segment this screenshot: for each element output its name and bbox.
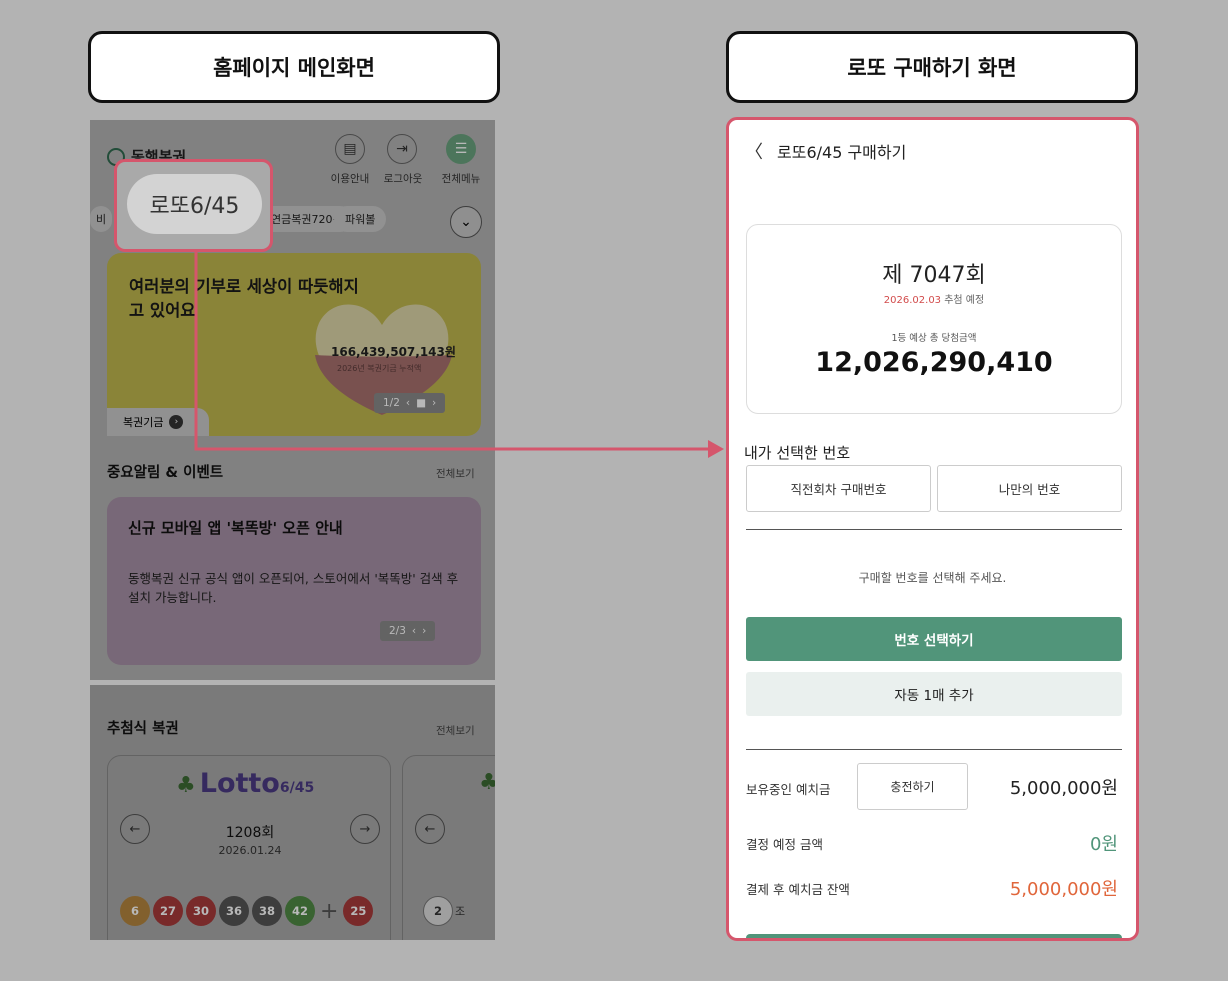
menu-label: 전체메뉴 (441, 173, 481, 185)
arrow-right-icon: › (169, 415, 184, 429)
lottery-see-all[interactable]: 전체보기 (436, 723, 475, 738)
deposit-value: 5,000,000원 (1009, 778, 1118, 799)
notice-pager[interactable]: 2/3 ‹ › (380, 621, 436, 641)
clover-icon: ♣ (176, 773, 196, 798)
ball-text: 조 (455, 905, 466, 918)
draw-date-suffix: 추첨 예정 (941, 295, 985, 306)
chevron-left-icon[interactable]: ‹ (406, 397, 410, 409)
chevron-down-icon[interactable]: ⌄ (450, 206, 482, 238)
highlight-callout: 로또6/45 (114, 159, 273, 252)
charge-button[interactable]: 충전하기 (857, 763, 968, 810)
bonus-ball: 25 (343, 896, 374, 926)
prize-label: 1등 예상 총 당첨금액 (891, 333, 977, 344)
lotto-ball: 27 (153, 896, 183, 926)
lotto-round: 1208회 (225, 825, 275, 841)
deposit-label: 보유중인 예치금 (746, 782, 831, 797)
lottery-title: 추첨식 복권 (107, 721, 179, 737)
after-value: 5,000,000원 (1009, 879, 1118, 900)
lotto-card-next[interactable]: ← ♣ 2 조 (402, 755, 495, 940)
lotto-logo: ♣ Lotto6/45 (176, 768, 314, 799)
my-numbers-label: 내가 선택한 번호 (744, 444, 851, 462)
lotto-ball: 42 (285, 896, 315, 926)
logout-label: 로그아웃 (383, 173, 423, 185)
draw-date: 2026.02.03 (883, 295, 942, 306)
lotto-ball: 38 (252, 896, 282, 926)
banner-sub: 2026년 복권기금 누적액 (337, 364, 422, 373)
lotto-date: 2026.01.24 (218, 844, 282, 857)
purchase-button[interactable] (746, 934, 1122, 938)
guide-label: 이용안내 (330, 173, 370, 185)
draw-card: 제 7047회 2026.02.03 추첨 예정 1등 예상 총 당첨금액 12… (746, 224, 1122, 414)
banner-tab[interactable]: 복권기금 › (107, 408, 209, 436)
draw-number: 제 7047회 (882, 263, 986, 288)
lotto-card[interactable]: ♣ Lotto6/45 ← → 1208회 2026.01.24 6 27 30 36 3… (107, 755, 391, 940)
ball: 2 (423, 896, 453, 926)
book-icon[interactable]: ▤ (335, 134, 365, 164)
divider (746, 749, 1122, 750)
banner-pager[interactable]: 1/2 ‹ ■ › (374, 393, 446, 413)
notice-body: 동행복권 신규 공식 앱이 오픈되어, 스토어에서 '복똑방' 검색 후 설치 … (128, 571, 459, 605)
purchase-header: 〈 로또6/45 구매하기 (745, 138, 906, 164)
menu-icon[interactable]: ☰ (446, 134, 476, 164)
after-label: 결제 후 예치금 잔액 (746, 882, 850, 897)
tab-my-numbers[interactable]: 나만의 번호 (937, 465, 1122, 512)
pay-label: 결정 예정 금액 (746, 837, 823, 852)
chip-first[interactable]: 비 (90, 206, 113, 232)
header-box-purchase: 로또 구매하기 화면 (726, 31, 1138, 103)
events-see-all[interactable]: 전체보기 (436, 466, 475, 481)
tab-previous-numbers[interactable]: 직전회차 구매번호 (746, 465, 931, 512)
divider (746, 529, 1122, 530)
chip-lotto[interactable]: 로또6/45 (127, 174, 262, 234)
lotto-ball: 30 (186, 896, 216, 926)
purchase-screen: 〈 로또6/45 구매하기 제 7047회 2026.02.03 추첨 예정 1… (726, 117, 1139, 941)
chevron-left-icon[interactable]: 〈 (745, 138, 763, 164)
lotto-ball: 36 (219, 896, 249, 926)
clover-icon: ♣ (479, 770, 495, 795)
notice-title: 신규 모바일 앱 '복똑방' 오픈 안내 (128, 519, 343, 537)
pager-count: 1/2 (383, 397, 400, 409)
lotto-ball: 6 (120, 896, 150, 926)
header-title: 홈페이지 메인화면 (213, 56, 375, 80)
select-hint: 구매할 번호를 선택해 주세요. (858, 571, 1007, 585)
banner-amount: 166,439,507,143원 (331, 345, 456, 359)
purchase-title: 로또6/45 구매하기 (777, 143, 907, 162)
lotto-brand: Lotto (199, 768, 280, 799)
lottery-section: 추첨식 복권 전체보기 ♣ Lotto6/45 ← → 1208회 2026.01… (90, 685, 495, 940)
logout-icon[interactable]: ⇥ (387, 134, 417, 164)
arrow-left-icon[interactable]: ← (415, 814, 445, 844)
banner-tab-label: 복권기금 (123, 416, 164, 429)
draw-date-line: 2026.02.03 추첨 예정 (747, 291, 1121, 306)
lotto-brand-suffix: 6/45 (279, 780, 315, 796)
pause-icon[interactable]: ■ (416, 397, 426, 409)
select-numbers-button[interactable]: 번호 선택하기 (746, 617, 1122, 661)
plus-icon: + (320, 898, 339, 924)
chevron-right-icon[interactable]: › (432, 397, 436, 409)
header-box-home: 홈페이지 메인화면 (88, 31, 500, 103)
pay-value: 0원 (1089, 834, 1118, 855)
events-title: 중요알림 & 이벤트 (107, 465, 224, 481)
pager-count: 2/3 (389, 625, 406, 637)
second-ball-row: 2 조 (423, 896, 465, 926)
chip-powerball[interactable]: 파워볼 (334, 206, 387, 232)
prize-amount: 12,026,290,410 (815, 347, 1053, 378)
auto-add-button[interactable]: 자동 1매 추가 (746, 672, 1122, 716)
chevron-right-icon[interactable]: › (422, 625, 426, 637)
notice-card[interactable]: 신규 모바일 앱 '복똑방' 오픈 안내 동행복권 신규 공식 앱이 오픈되어,… (107, 497, 481, 665)
header-title: 로또 구매하기 화면 (847, 56, 1017, 80)
chevron-left-icon[interactable]: ‹ (412, 625, 416, 637)
ball-row: 6 27 30 36 38 42 +25 (120, 896, 374, 926)
